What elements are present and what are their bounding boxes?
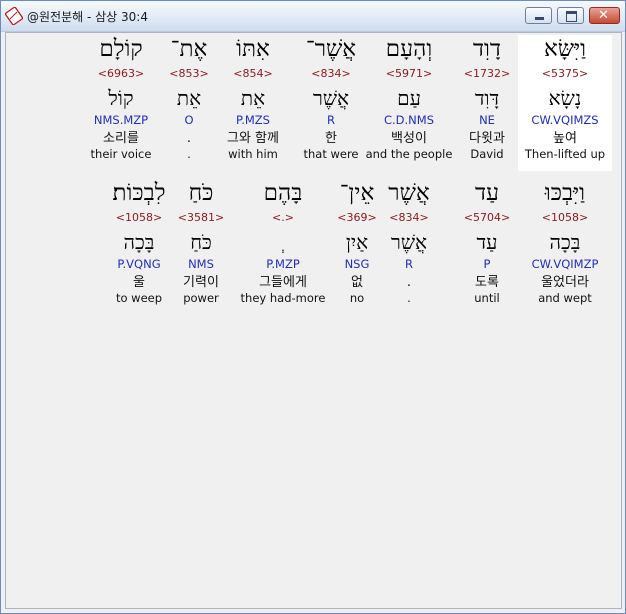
lemma-word: בָּכָה	[123, 230, 155, 254]
window-title: @원전분해 - 삼상 30:4	[27, 10, 148, 24]
strong-number: <6963>	[97, 67, 145, 80]
hebrew-word: בָּהֶם	[263, 180, 303, 206]
strong-number: <1058>	[115, 211, 163, 224]
strong-number: <.>	[272, 211, 294, 224]
minimize-icon	[535, 17, 544, 20]
close-button[interactable]: ✕	[589, 7, 620, 24]
close-icon: ✕	[598, 8, 609, 23]
hebrew-word: קוֹלָם	[99, 36, 143, 62]
interlinear-panel: וַיִּשָּׂא <5375> נָשָׂא CW.VQIMZS 높여 Then-li…	[5, 32, 622, 609]
korean-gloss: 소리를	[103, 131, 139, 146]
word-block[interactable]: בָּהֶם <.>ְ P.MZP 그들에게they had-more	[236, 179, 330, 315]
app-window: @원전분해 - 삼상 30:4 ✕ וַיִּשָּׂא <5375> נָשָׂא…	[0, 0, 626, 614]
english-gloss: their voice	[90, 147, 152, 161]
word-block[interactable]: קוֹלָם <6963> קוֹל NMS.MZP 소리를 their voice	[74, 35, 168, 171]
morphology-code: P.VQNG	[117, 257, 161, 271]
korean-gloss: 그들에게	[259, 275, 307, 290]
lemma-word: ְ	[236, 229, 330, 255]
bible-book-icon[interactable]	[4, 6, 24, 26]
maximize-icon	[566, 11, 577, 22]
english-gloss: to weep	[115, 291, 163, 305]
hebrew-word: לִבְכּוֹת׃	[112, 180, 166, 206]
maximize-button[interactable]	[557, 7, 584, 24]
morphology-code: NMS.MZP	[93, 113, 149, 127]
korean-gloss: 울	[133, 275, 145, 290]
title-bar[interactable]: @원전분해 - 삼상 30:4 ✕	[1, 1, 625, 32]
word-block[interactable]: לִבְכּוֹת׃ <1058> בָּכָה P.VQNG 울 to weep	[92, 179, 186, 315]
morphology-code: P.MZP	[266, 257, 300, 271]
english-gloss: they had-more	[240, 291, 326, 305]
minimize-button[interactable]	[525, 7, 552, 24]
lemma-word: קוֹל	[108, 86, 134, 110]
